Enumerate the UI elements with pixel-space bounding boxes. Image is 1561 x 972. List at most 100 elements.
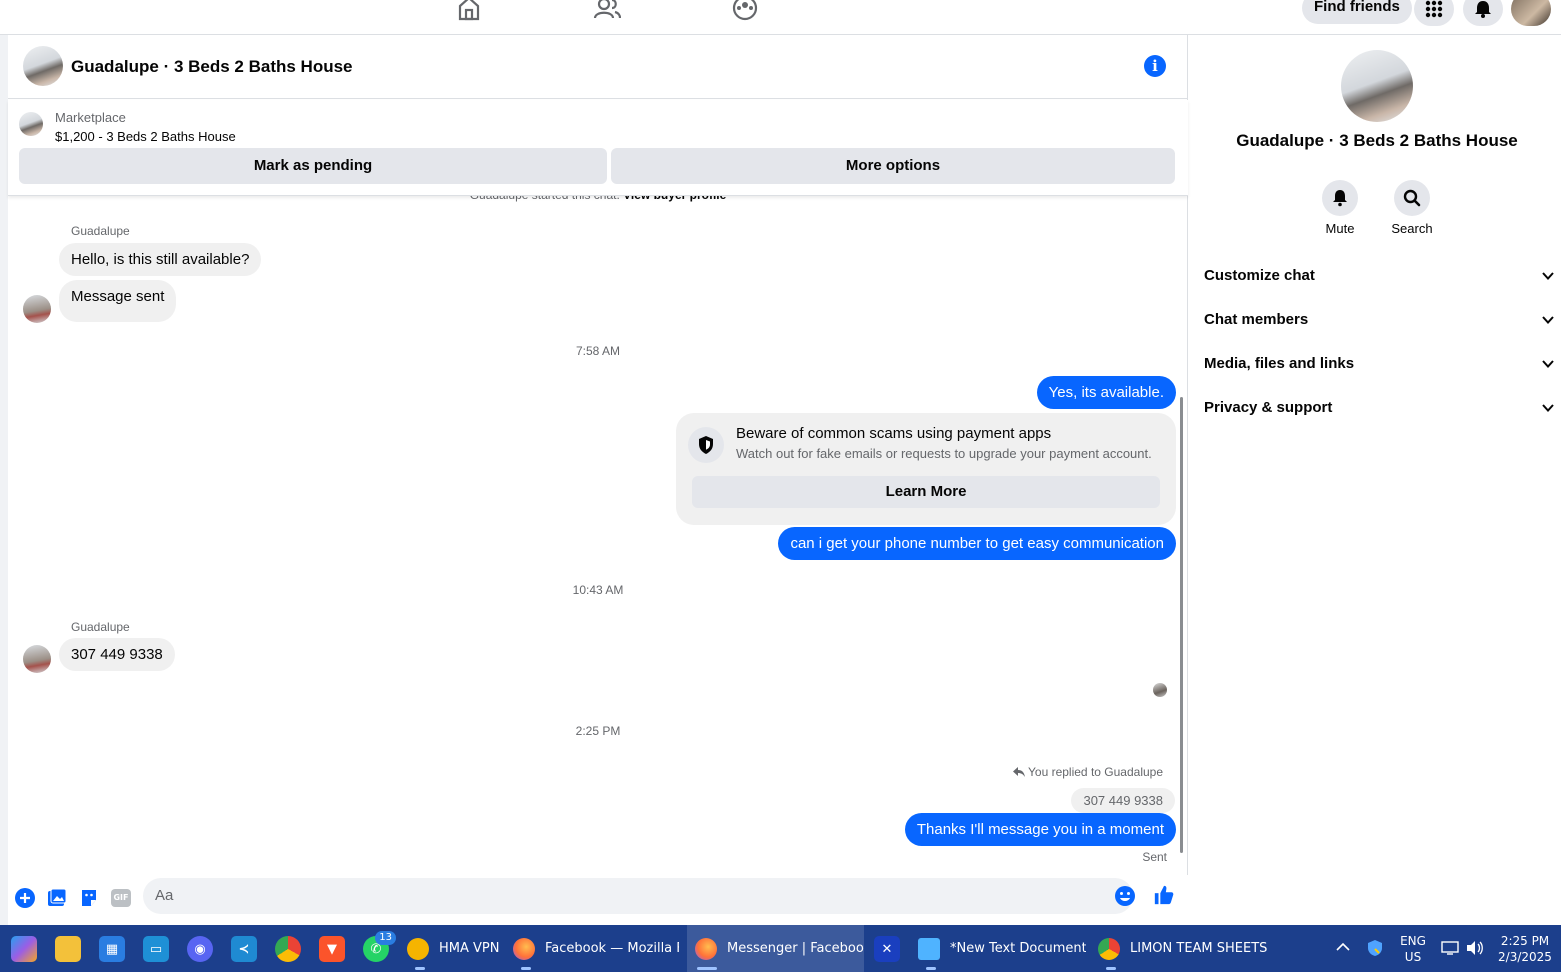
mute-button[interactable]: Mute bbox=[1310, 180, 1370, 236]
chat-members-section[interactable]: Chat members bbox=[1204, 298, 1554, 342]
incoming-message[interactable]: Message sent bbox=[59, 280, 177, 322]
chat-header: Guadalupe · 3 Beds 2 Baths House i bbox=[8, 35, 1188, 99]
marketplace-label: Marketplace bbox=[55, 110, 126, 125]
mark-as-pending-button[interactable]: Mark as pending bbox=[19, 148, 607, 184]
top-navigation-bar: Find friends bbox=[0, 0, 1561, 35]
left-gutter bbox=[0, 35, 8, 925]
info-icon[interactable]: i bbox=[1144, 55, 1166, 77]
chevron-down-icon bbox=[1542, 316, 1554, 324]
whatsapp-icon[interactable]: ✆ 13 bbox=[363, 931, 396, 962]
outgoing-message[interactable]: Thanks I'll message you in a moment bbox=[904, 813, 1176, 846]
sender-avatar[interactable] bbox=[23, 645, 51, 673]
network-icon[interactable] bbox=[1441, 940, 1459, 956]
sticker-icon[interactable] bbox=[78, 887, 100, 909]
taskbar-app-notepad[interactable]: *New Text Document (3 bbox=[918, 925, 1086, 972]
running-indicator bbox=[926, 967, 936, 970]
chevron-up-icon[interactable] bbox=[1336, 942, 1350, 952]
incoming-message[interactable]: 307 449 9338 bbox=[59, 638, 175, 671]
like-icon[interactable] bbox=[1153, 884, 1175, 906]
more-options-button[interactable]: More options bbox=[611, 148, 1175, 184]
customize-chat-section[interactable]: Customize chat bbox=[1204, 254, 1554, 298]
image-icon[interactable] bbox=[46, 887, 68, 909]
bell-icon bbox=[1475, 1, 1491, 18]
groups-icon[interactable] bbox=[731, 0, 759, 22]
chat-scrollbar[interactable] bbox=[1180, 397, 1183, 853]
home-icon[interactable] bbox=[455, 0, 483, 22]
chat-avatar[interactable] bbox=[1341, 50, 1413, 122]
composer-bar: GIF Aa bbox=[8, 875, 1188, 925]
message-input[interactable]: Aa bbox=[143, 878, 1133, 914]
scam-warning-title: Beware of common scams using payment app… bbox=[736, 425, 1052, 442]
taskbar-app-firefox[interactable]: Facebook — Mozilla Fir bbox=[513, 925, 679, 972]
shield-icon bbox=[688, 427, 724, 463]
account-avatar[interactable] bbox=[1511, 0, 1551, 26]
outgoing-message[interactable]: Yes, its available. bbox=[1036, 376, 1176, 409]
firefox-icon bbox=[695, 937, 717, 960]
read-receipt-avatar bbox=[1153, 683, 1167, 697]
scam-warning-card: Beware of common scams using payment app… bbox=[676, 413, 1176, 525]
media-files-links-section[interactable]: Media, files and links bbox=[1204, 342, 1554, 386]
gif-icon[interactable]: GIF bbox=[110, 887, 132, 909]
sender-avatar[interactable] bbox=[23, 295, 51, 323]
quoted-message[interactable]: 307 449 9338 bbox=[1071, 788, 1175, 813]
active-indicator bbox=[697, 967, 717, 970]
search-label: Search bbox=[1391, 221, 1433, 236]
notifications-button[interactable] bbox=[1463, 0, 1503, 26]
copilot-icon[interactable] bbox=[11, 936, 37, 962]
friends-icon[interactable] bbox=[593, 0, 621, 22]
running-indicator bbox=[1106, 967, 1116, 970]
chat-details-pane: Guadalupe · 3 Beds 2 Baths House Mute Se… bbox=[1189, 35, 1561, 925]
timestamp: 7:58 AM bbox=[575, 344, 621, 358]
taskbar-app-sheets[interactable]: LIMON TEAM SHEETS - bbox=[1098, 925, 1268, 972]
details-title: Guadalupe · 3 Beds 2 Baths House bbox=[1236, 131, 1518, 150]
notification-badge: 13 bbox=[375, 931, 396, 945]
sender-name: Guadalupe bbox=[71, 620, 130, 634]
vscode-icon[interactable]: ≺ bbox=[231, 936, 257, 962]
language-indicator[interactable]: ENG US bbox=[1398, 933, 1428, 965]
listing-mini-thumbnail bbox=[19, 112, 43, 136]
bell-icon bbox=[1333, 190, 1347, 207]
learn-more-button[interactable]: Learn More bbox=[692, 476, 1160, 508]
clock[interactable]: 2:25 PM 2/3/2025 bbox=[1494, 933, 1556, 965]
notepad-icon bbox=[918, 937, 940, 960]
timestamp: 10:43 AM bbox=[572, 583, 624, 597]
listing-thumbnail[interactable] bbox=[23, 46, 63, 86]
search-button[interactable]: Search bbox=[1382, 180, 1442, 236]
plus-icon[interactable] bbox=[14, 887, 36, 909]
outgoing-message[interactable]: can i get your phone number to get easy … bbox=[778, 527, 1176, 560]
message-status: Sent bbox=[1142, 850, 1167, 864]
reply-icon bbox=[1013, 767, 1025, 777]
chrome-icon[interactable] bbox=[275, 936, 301, 962]
firefox-icon bbox=[513, 937, 535, 960]
file-explorer-icon[interactable] bbox=[55, 936, 81, 962]
running-indicator bbox=[415, 967, 425, 970]
listing-price[interactable]: $1,200 - 3 Beds 2 Baths House bbox=[55, 129, 236, 144]
security-icon[interactable] bbox=[1366, 939, 1384, 957]
menu-grid-icon bbox=[1425, 0, 1443, 18]
windows-taskbar: ▦ ▭ ◉ ≺ ▼ ✆ 13 HMA VPN Facebook — Mozilla… bbox=[0, 925, 1561, 972]
chevron-down-icon bbox=[1542, 360, 1554, 368]
app-x-icon[interactable]: ✕ bbox=[874, 936, 900, 962]
emoji-icon[interactable] bbox=[1114, 885, 1136, 907]
chat-title[interactable]: Guadalupe · 3 Beds 2 Baths House bbox=[71, 57, 353, 77]
marketplace-bar: Marketplace $1,200 - 3 Beds 2 Baths Hous… bbox=[8, 100, 1188, 196]
taskbar-app-messenger[interactable]: Messenger | Facebook - bbox=[687, 925, 864, 972]
chrome-icon bbox=[1098, 937, 1120, 960]
mute-label: Mute bbox=[1325, 221, 1355, 236]
incoming-message[interactable]: Hello, is this still available? bbox=[59, 243, 262, 276]
running-indicator bbox=[521, 967, 531, 970]
scam-warning-text: Watch out for fake emails or requests to… bbox=[736, 446, 1152, 461]
hma-icon bbox=[407, 937, 429, 960]
brave-icon[interactable]: ▼ bbox=[319, 936, 345, 962]
timestamp: 2:25 PM bbox=[575, 724, 621, 738]
volume-icon[interactable] bbox=[1466, 940, 1484, 956]
privacy-support-section[interactable]: Privacy & support bbox=[1204, 386, 1554, 430]
chevron-down-icon bbox=[1542, 404, 1554, 412]
menu-grid-button[interactable] bbox=[1414, 0, 1454, 26]
search-icon bbox=[1403, 189, 1421, 207]
store-icon[interactable]: ▦ bbox=[99, 936, 125, 962]
remote-desktop-icon[interactable]: ▭ bbox=[143, 936, 169, 962]
discord-icon[interactable]: ◉ bbox=[187, 936, 213, 962]
find-friends-button[interactable]: Find friends bbox=[1302, 0, 1412, 24]
taskbar-app-hma-vpn[interactable]: HMA VPN bbox=[407, 925, 507, 972]
